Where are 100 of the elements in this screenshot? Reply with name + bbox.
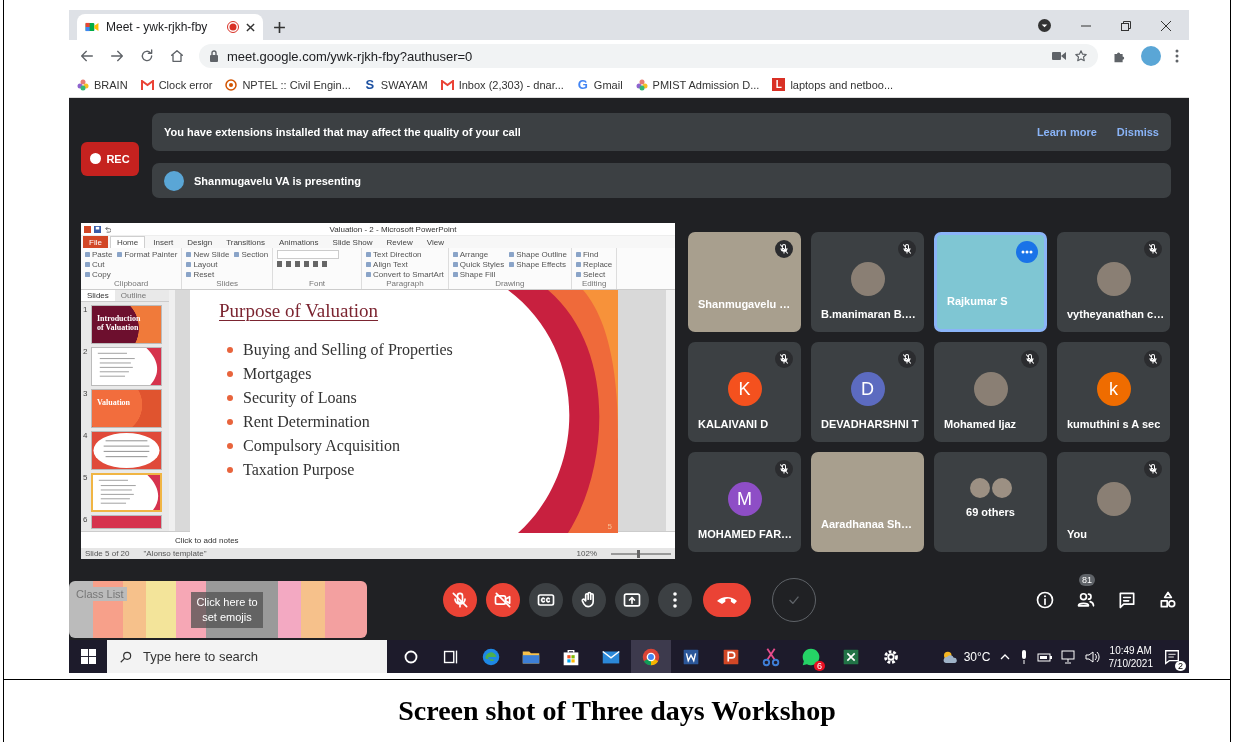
panel-tab[interactable]: Outline — [114, 290, 153, 301]
ribbon-button[interactable]: Format Painter — [117, 250, 178, 259]
ribbon-tab[interactable]: Review — [380, 236, 419, 248]
ribbon-button[interactable]: Align Text — [366, 260, 444, 269]
clock[interactable]: 10:49 AM 7/10/2021 — [1108, 643, 1153, 670]
count-badge: 6 — [814, 661, 825, 671]
ribbon-tab[interactable]: Transitions — [220, 236, 271, 248]
reload-icon[interactable] — [139, 48, 155, 64]
emoji-prompt-button[interactable]: Click here to set emojis — [191, 591, 263, 628]
ribbon-tab[interactable]: Animations — [273, 236, 325, 248]
bookmark-link[interactable]: Clock error — [140, 78, 213, 91]
ribbon-button[interactable]: Shape Effects — [509, 260, 567, 269]
bullet-icon — [227, 442, 233, 449]
ribbon-tab[interactable]: Home — [109, 236, 146, 248]
more-options-button[interactable] — [1016, 241, 1038, 263]
bookmark-link[interactable]: G Gmail — [576, 77, 623, 92]
more-options-button[interactable] — [657, 582, 692, 617]
ribbon-tab[interactable]: View — [420, 236, 451, 248]
captions-button[interactable] — [528, 582, 563, 617]
dropdown-icon[interactable] — [1038, 19, 1051, 32]
ribbon-button[interactable]: Find — [575, 250, 613, 259]
menu-icon[interactable] — [1175, 49, 1179, 63]
address-bar[interactable]: meet.google.com/ywk-rjkh-fby?authuser=0 — [199, 44, 1098, 68]
profile-photo — [850, 262, 885, 296]
ribbon-button[interactable]: Convert to SmartArt — [366, 270, 444, 279]
participant-name: kumuthini s A sec — [1067, 418, 1161, 430]
slide-thumbnail[interactable] — [91, 347, 162, 386]
bullet-text: Rent Determination — [243, 412, 370, 432]
battery-icon[interactable] — [1036, 650, 1053, 663]
lock-icon — [209, 50, 219, 62]
panel-tab[interactable]: Slides — [81, 290, 115, 301]
banner-link[interactable]: Learn more — [1036, 126, 1097, 138]
star-icon[interactable] — [1074, 49, 1088, 63]
ribbon-button[interactable]: Quick Styles — [452, 260, 505, 269]
camera-button[interactable] — [485, 582, 520, 617]
close-icon[interactable] — [246, 22, 255, 32]
slide-title: Purpose of Valuation — [219, 300, 380, 322]
ribbon-button[interactable]: Cut — [85, 260, 113, 269]
presenter-avatar — [164, 170, 184, 191]
ribbon-button[interactable]: Layout — [186, 260, 230, 269]
bookmark-link[interactable]: Inbox (2,303) - dnar... — [440, 78, 564, 91]
slide-thumbnail[interactable] — [91, 515, 162, 529]
bookmark-link[interactable]: S SWAYAM — [363, 77, 428, 92]
font-field[interactable] — [277, 250, 340, 259]
home-icon[interactable] — [169, 48, 185, 64]
ribbon-button[interactable]: Replace — [575, 260, 613, 269]
ribbon-button[interactable]: Copy — [85, 270, 113, 279]
rec-button[interactable]: REC — [81, 141, 139, 176]
search-field[interactable]: Type here to search — [107, 640, 387, 673]
bookmark-link[interactable]: NPTEL :: Civil Engin... — [225, 78, 351, 91]
browser-tab[interactable]: Meet - ywk-rjkh-fby — [77, 14, 263, 40]
volume-icon[interactable] — [1084, 649, 1101, 664]
taskbar-app[interactable] — [631, 640, 671, 673]
bullet-text: Buying and Selling of Properties — [243, 340, 453, 360]
ribbon-tab[interactable]: Slide Show — [326, 236, 379, 248]
ribbon-tab[interactable]: Insert — [147, 236, 180, 248]
ribbon-button[interactable]: Reset — [186, 270, 230, 279]
restore-icon[interactable] — [1121, 20, 1131, 31]
raise-hand-button[interactable] — [571, 582, 606, 617]
windows-logo-icon — [80, 649, 96, 664]
bookmark-link[interactable]: BRAIN — [77, 78, 128, 91]
ribbon-button[interactable]: Select — [575, 270, 613, 279]
bookmark-link[interactable]: L laptops and netboo... — [772, 78, 894, 91]
ribbon-button[interactable]: Shape Outline — [509, 250, 567, 259]
bookmark-link[interactable]: PMIST Admission D... — [635, 78, 760, 91]
ribbon-button[interactable]: Shape Fill — [452, 270, 505, 279]
search-icon — [119, 649, 133, 664]
back-icon[interactable] — [79, 48, 95, 64]
profile-avatar[interactable] — [1141, 46, 1161, 66]
banner-link[interactable]: Dismiss — [1116, 126, 1159, 138]
ribbon-tab[interactable]: File — [83, 236, 108, 248]
notifications-button[interactable]: 2 — [1161, 645, 1183, 668]
count-badge: 81 — [1079, 573, 1095, 586]
participant-name: Shanmugavelu … — [698, 298, 791, 310]
status-text: Slide 5 of 20 — [85, 549, 130, 558]
present-button[interactable] — [614, 582, 649, 617]
end-call-button[interactable] — [702, 582, 751, 617]
ribbon-button[interactable]: Section — [234, 250, 269, 259]
flower-icon — [635, 78, 648, 91]
new-tab-icon[interactable] — [273, 21, 286, 34]
ribbon-button[interactable]: New Slide — [186, 250, 230, 259]
taskbar-app[interactable]: 6 — [791, 640, 831, 673]
undo-icon[interactable] — [104, 225, 111, 233]
weather-widget[interactable]: 30°C — [940, 648, 991, 665]
camera-icon[interactable] — [1052, 51, 1066, 61]
ribbon-button[interactable]: Paste — [85, 250, 113, 259]
ribbon-button[interactable]: Text Direction — [366, 250, 444, 259]
record-dot-icon — [90, 153, 102, 164]
close-icon[interactable] — [1161, 20, 1171, 31]
mute-button[interactable] — [442, 582, 477, 617]
slide-thumbnail[interactable] — [91, 431, 162, 470]
ribbon-tab[interactable]: Design — [181, 236, 219, 248]
bullet-text: Taxation Purpose — [243, 460, 355, 480]
zoom-slider-thumb[interactable] — [637, 549, 640, 558]
thumbnail-title: Introduction of Valuation — [96, 313, 142, 332]
save-icon[interactable] — [94, 225, 101, 233]
slide-thumbnail[interactable] — [91, 473, 162, 512]
ribbon-button[interactable]: Arrange — [452, 250, 505, 259]
forward-icon[interactable] — [109, 48, 125, 64]
slide-thumbnail[interactable]: Introduction of Valuation — [91, 305, 162, 344]
